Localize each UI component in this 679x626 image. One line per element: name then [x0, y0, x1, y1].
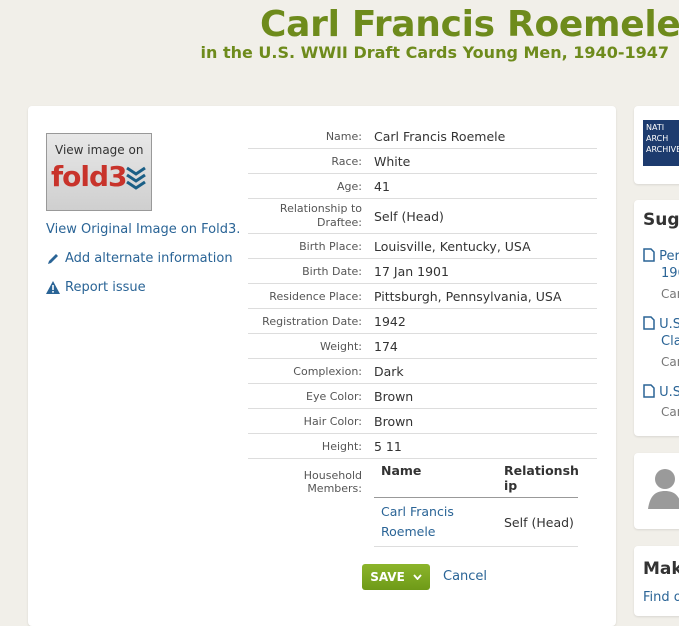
- field-label: Weight:: [319, 339, 362, 353]
- household-member-relationship: Self (Head): [504, 514, 574, 530]
- field-value: Brown: [374, 388, 414, 404]
- field-label: Race:: [331, 154, 362, 168]
- chevron-down-icon: [413, 574, 422, 580]
- field-row-complexion: Complexion: Dark: [248, 359, 597, 384]
- make-card: Make Find o: [634, 546, 679, 616]
- household-header-relationship: Relationsh ip: [504, 463, 579, 493]
- field-row-eye-color: Eye Color: Brown: [248, 384, 597, 409]
- field-row-birth-date: Birth Date: 17 Jan 1901: [248, 259, 597, 284]
- report-issue-label: Report issue: [65, 280, 146, 295]
- find-link[interactable]: Find o: [643, 590, 679, 605]
- suggestion-line1: U.S: [659, 385, 679, 400]
- field-row-registration-date: Registration Date: 1942: [248, 309, 597, 334]
- field-label: Birth Place:: [299, 239, 362, 253]
- field-value: White: [374, 153, 411, 169]
- suggestion-line1: U.S: [659, 317, 679, 332]
- field-value: 5 11: [374, 438, 402, 454]
- household-members: Household Members: Name Relationsh ip Ca…: [248, 459, 597, 547]
- document-icon: [643, 384, 655, 398]
- add-alternate-label: Add alternate information: [65, 251, 233, 266]
- field-row-hair-color: Hair Color: Brown: [248, 409, 597, 434]
- suggestions-title: Sugg: [643, 210, 679, 230]
- suggestion-sub: Car: [661, 405, 679, 419]
- household-label: Household Members:: [303, 469, 362, 495]
- field-label: Residence Place:: [269, 289, 362, 303]
- record-fields: Name: Carl Francis Roemele Race: White Age…: [248, 124, 597, 547]
- field-value: Brown: [374, 413, 414, 429]
- table-row: Carl Francis Roemele Self (Head): [374, 498, 578, 547]
- field-row-height: Height: 5 11: [248, 434, 597, 459]
- warning-icon: [46, 281, 60, 294]
- household-header-name: Name: [381, 463, 422, 478]
- page-subtitle: in the U.S. WWII Draft Cards Young Men, …: [200, 43, 669, 62]
- field-row-race: Race: White: [248, 149, 597, 174]
- report-issue-link[interactable]: Report issue: [46, 280, 146, 295]
- field-value: 174: [374, 338, 398, 354]
- field-label: Relationship to Draftee:: [279, 202, 362, 229]
- suggestion-link[interactable]: U.S: [643, 316, 679, 332]
- household-table: Name Relationsh ip Carl Francis Roemele …: [374, 463, 579, 547]
- field-row-weight: Weight: 174: [248, 334, 597, 359]
- field-value: Carl Francis Roemele: [374, 128, 506, 144]
- fold3-image-button[interactable]: View image on fold3: [46, 133, 152, 211]
- field-label: Registration Date:: [262, 314, 362, 328]
- save-button[interactable]: SAVE: [362, 564, 430, 590]
- fold3-caption: View image on: [55, 143, 144, 157]
- household-member-link[interactable]: Carl Francis Roemele: [374, 502, 496, 542]
- field-value: 1942: [374, 313, 406, 329]
- field-row-name: Name: Carl Francis Roemele: [248, 124, 597, 149]
- field-row-birth-place: Birth Place: Louisville, Kentucky, USA: [248, 234, 597, 259]
- suggestion-sub: Car: [661, 355, 679, 369]
- field-label: Age:: [337, 179, 362, 193]
- suggestion-link[interactable]: Per: [643, 248, 679, 264]
- field-label: Height:: [321, 439, 362, 453]
- suggestion-line1: Per: [659, 249, 679, 264]
- page-title: Carl Francis Roemele: [260, 4, 679, 45]
- field-label: Birth Date:: [302, 264, 362, 278]
- suggestion-line2[interactable]: 196: [661, 266, 679, 281]
- national-archives-logo[interactable]: NATI ARCH ARCHIVE: [643, 120, 679, 166]
- field-value: Louisville, Kentucky, USA: [374, 238, 531, 254]
- suggestion-link[interactable]: U.S: [643, 384, 679, 400]
- archives-logo-text: NATI ARCH ARCHIVE: [646, 123, 679, 154]
- suggestion-line2[interactable]: Cla: [661, 334, 679, 349]
- save-label: SAVE: [370, 570, 405, 584]
- fold3-chevron-icon: [126, 166, 146, 190]
- make-title: Make: [643, 559, 679, 579]
- field-value: Pittsburgh, Pennsylvania, USA: [374, 288, 562, 304]
- view-original-link[interactable]: View Original Image on Fold3.: [46, 222, 240, 237]
- field-value: Self (Head): [374, 208, 444, 224]
- field-label: Hair Color:: [303, 414, 362, 428]
- field-label: Complexion:: [293, 364, 362, 378]
- add-alternate-link[interactable]: Add alternate information: [46, 251, 233, 266]
- document-icon: [643, 316, 655, 330]
- field-label: Name:: [325, 129, 362, 143]
- document-icon: [643, 248, 655, 262]
- field-value: 17 Jan 1901: [374, 263, 449, 279]
- profile-card: [634, 453, 679, 529]
- pencil-icon: [48, 253, 58, 264]
- avatar-icon: [648, 469, 679, 509]
- suggestion-sub: Car: [661, 287, 679, 301]
- page-header: Carl Francis Roemele in the U.S. WWII Dr…: [0, 0, 679, 100]
- record-card: View image on fold3 View Original Image …: [28, 106, 616, 626]
- field-value: 41: [374, 178, 390, 194]
- field-value: Dark: [374, 363, 404, 379]
- field-row-relationship: Relationship to Draftee: Self (Head): [248, 199, 597, 234]
- field-row-age: Age: 41: [248, 174, 597, 199]
- household-table-header: Name Relationsh ip: [374, 463, 579, 498]
- cancel-button[interactable]: Cancel: [443, 569, 487, 584]
- field-row-residence: Residence Place: Pittsburgh, Pennsylvania…: [248, 284, 597, 309]
- field-label: Eye Color:: [306, 389, 362, 403]
- fold3-logo: fold3: [51, 160, 128, 193]
- archives-card: NATI ARCH ARCHIVE: [634, 106, 679, 184]
- suggestions-card: Sugg Per 196 Car U.S Cla Car U.S Car: [634, 200, 679, 436]
